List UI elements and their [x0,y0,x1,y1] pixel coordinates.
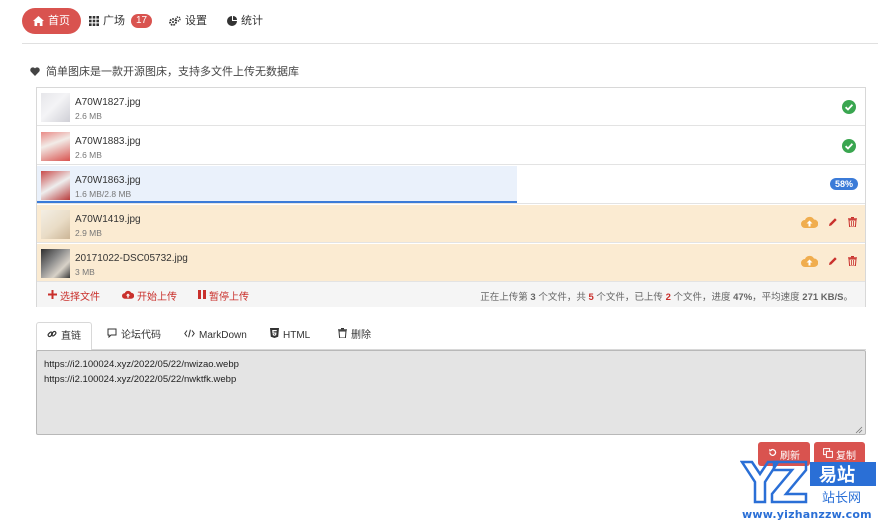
grid-icon [89,16,99,26]
pie-chart-icon [227,16,237,26]
edit-icon[interactable] [828,256,838,269]
file-row[interactable]: A70W1419.jpg 2.9 MB [37,205,865,243]
upload-status-text: 正在上传第 3 个文件，共 5 个文件，已上传 2 个文件，进度 47%，平均速… [480,292,853,303]
watermark-chars: 易站 [819,464,855,486]
file-name: A70W1419.jpg [75,214,141,225]
file-name: A70W1883.jpg [75,136,141,147]
progress-badge: 58% [829,178,858,190]
tab-label: 直链 [61,330,81,342]
check-circle-icon [842,139,856,156]
file-size: 2.9 MB [75,228,102,238]
file-row[interactable]: A70W1827.jpg 2.6 MB [37,88,865,126]
file-name: 20171022-DSC05732.jpg [75,253,188,264]
nav-stats-label: 统计 [241,15,263,27]
file-size: 3 MB [75,267,95,277]
watermark-logo: 易站 站长网 www.yizhanzzw.com [739,458,880,526]
check-circle-icon [842,100,856,117]
nav-square[interactable]: 广场 17 [89,8,153,34]
nav-settings-label: 设置 [185,15,207,27]
tab-direct-link[interactable]: 直链 [36,322,92,351]
tab-markdown[interactable]: MarkDown [174,322,257,350]
upload-toolbar: 选择文件 开始上传 暂停上传 正在上传第 3 个文件，共 5 个文件，已上传 2… [37,282,865,307]
tab-forum-code[interactable]: 论坛代码 [97,322,171,350]
tab-delete[interactable]: 删除 [328,322,381,350]
trash-icon[interactable] [848,217,857,230]
nav-home[interactable]: 首页 [22,8,81,34]
plus-icon [48,289,57,302]
file-actions [801,255,857,270]
start-upload-button[interactable]: 开始上传 [122,288,177,303]
file-row[interactable]: 20171022-DSC05732.jpg 3 MB [37,244,865,282]
trash-icon [338,322,347,350]
links-output-textarea[interactable]: https://i2.100024.xyz/2022/05/22/nwizao.… [36,350,866,435]
cloud-upload-icon[interactable] [801,216,819,231]
nav-stats[interactable]: 统计 [227,8,263,34]
file-row[interactable]: A70W1863.jpg 1.6 MB/2.8 MB 58% [37,166,865,204]
pause-icon [198,289,206,302]
watermark-url: www.yizhanzzw.com [742,508,872,521]
file-name: A70W1863.jpg [75,175,141,186]
home-icon [33,16,44,26]
tab-label: HTML [283,330,311,341]
link-icon [47,323,57,351]
link-line: https://i2.100024.xyz/2022/05/22/nwizao.… [44,359,239,370]
nav-square-label: 广场 [103,15,125,27]
file-name: A70W1827.jpg [75,97,141,108]
file-row[interactable]: A70W1883.jpg 2.6 MB [37,127,865,165]
tab-label: MarkDown [199,330,247,341]
file-actions [801,216,857,231]
gears-icon [169,16,181,26]
file-size: 2.6 MB [75,150,102,160]
nav-square-badge: 17 [131,14,153,28]
nav-settings[interactable]: 设置 [169,8,207,34]
start-upload-label: 开始上传 [137,292,177,303]
link-line: https://i2.100024.xyz/2022/05/22/nwktfk.… [44,374,237,385]
cloud-upload-icon[interactable] [801,255,819,270]
cloud-upload-icon [122,290,135,302]
file-thumbnail [41,210,70,239]
file-size: 1.6 MB/2.8 MB [75,189,132,199]
tagline: 简单图床是一款开源图床，支持多文件上传无数据库 [30,63,299,79]
file-size: 2.6 MB [75,111,102,121]
file-thumbnail [41,171,70,200]
edit-icon[interactable] [828,217,838,230]
resize-handle-icon[interactable] [855,424,863,434]
select-files-button[interactable]: 选择文件 [48,288,100,303]
link-format-tabs: 直链 论坛代码 MarkDown HTML 删除 [36,322,866,351]
trash-icon[interactable] [848,256,857,269]
tagline-text: 简单图床是一款开源图床，支持多文件上传无数据库 [46,66,299,78]
code-icon [184,322,195,350]
file-thumbnail [41,93,70,122]
upload-queue: A70W1827.jpg 2.6 MB A70W1883.jpg 2.6 MB … [36,87,866,307]
select-files-label: 选择文件 [60,292,100,303]
watermark-sub: 站长网 [822,491,861,506]
pause-upload-label: 暂停上传 [209,292,249,303]
file-thumbnail [41,249,70,278]
file-thumbnail [41,132,70,161]
nav-home-label: 首页 [48,15,70,27]
tab-label: 删除 [351,330,371,341]
tab-html[interactable]: HTML [260,322,320,350]
html5-icon [270,322,279,350]
top-nav: 首页 广场 17 设置 统计 [22,8,878,44]
pause-upload-button[interactable]: 暂停上传 [198,288,249,303]
comment-icon [107,322,117,350]
heart-icon [30,66,40,76]
tab-label: 论坛代码 [121,330,161,341]
